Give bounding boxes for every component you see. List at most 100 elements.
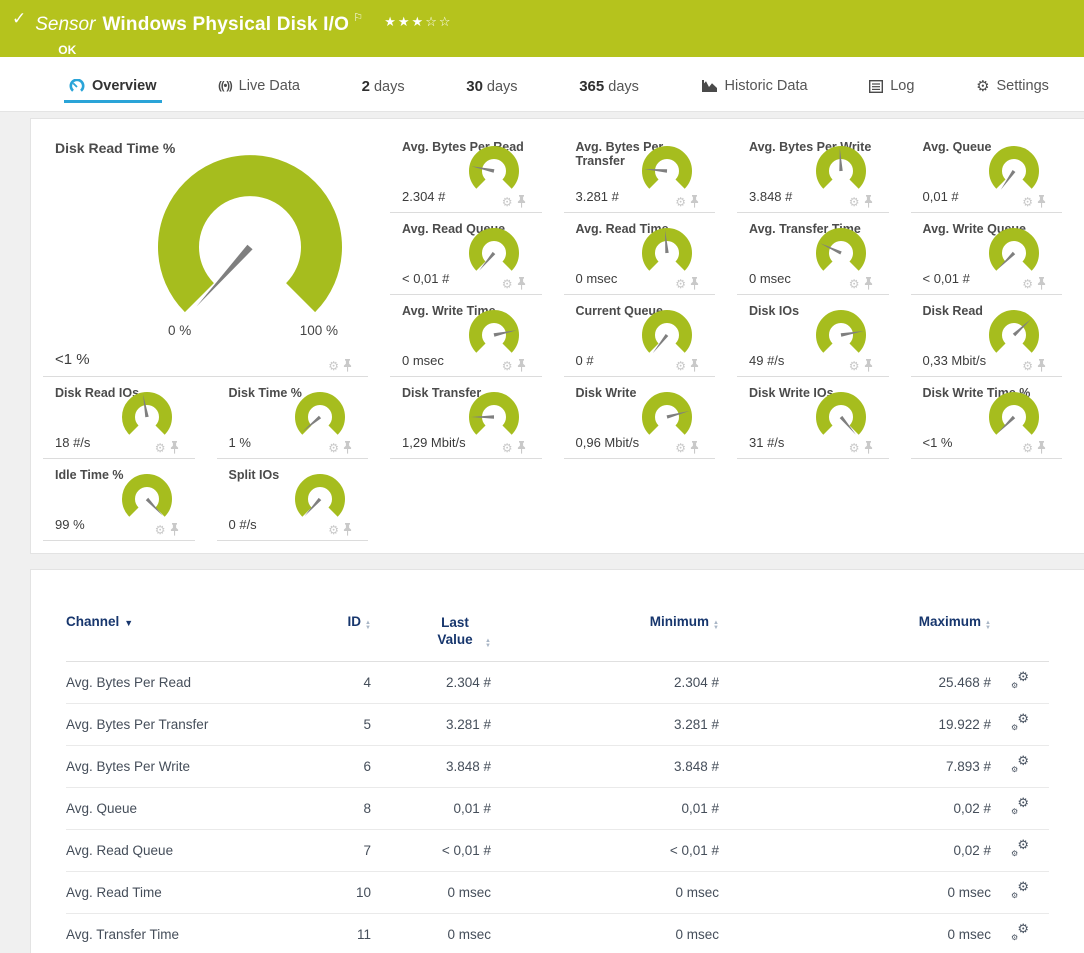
gauge-cell: Disk Transfer 1,29 Mbit/s ⚙ <box>390 377 542 459</box>
tab-30-days[interactable]: 30days <box>461 71 522 104</box>
gauge-dial[interactable] <box>813 308 869 360</box>
channel-name: Avg. Read Queue <box>66 830 311 872</box>
channel-settings-icon[interactable]: ⚙⚙ <box>1011 799 1029 815</box>
tab-bar: Overview ((•)) Live Data 2days 30days 36… <box>0 57 1084 112</box>
gear-icon[interactable]: ⚙ <box>675 278 686 290</box>
tab-settings[interactable]: ⚙ Settings <box>971 71 1054 103</box>
gauge-dial[interactable] <box>639 390 695 442</box>
gear-icon[interactable]: ⚙ <box>849 360 860 372</box>
channel-settings-icon[interactable]: ⚙⚙ <box>1011 883 1029 899</box>
gauge-cell: Disk Read 0,33 Mbit/s ⚙ <box>911 295 1063 377</box>
channel-maximum: 7.893 # <box>719 746 991 788</box>
gear-icon[interactable]: ⚙ <box>502 442 513 454</box>
gear-icon[interactable]: ⚙ <box>502 278 513 290</box>
gauge-dial[interactable] <box>639 144 695 196</box>
tab-historic-data[interactable]: Historic Data <box>696 71 813 103</box>
gauge-dial[interactable] <box>813 226 869 278</box>
tab-label: Overview <box>92 78 157 94</box>
tab-365-days[interactable]: 365days <box>574 71 644 104</box>
pin-icon[interactable] <box>690 195 699 208</box>
column-header-last-value[interactable]: Last Value▲▼ <box>371 610 491 662</box>
gauge-dial[interactable] <box>639 226 695 278</box>
gear-icon[interactable]: ⚙ <box>849 196 860 208</box>
channel-settings-icon[interactable]: ⚙⚙ <box>1011 715 1029 731</box>
channel-settings-icon[interactable]: ⚙⚙ <box>1011 757 1029 773</box>
pin-icon[interactable] <box>517 441 526 454</box>
gauge-dial[interactable] <box>155 153 345 321</box>
column-header-id[interactable]: ID▲▼ <box>311 610 371 662</box>
gauge-dial[interactable] <box>292 472 348 524</box>
table-row: Avg. Transfer Time 11 0 msec 0 msec 0 ms… <box>66 914 1049 953</box>
tab-log[interactable]: Log <box>864 71 919 103</box>
pin-icon[interactable] <box>864 195 873 208</box>
pin-icon[interactable] <box>864 277 873 290</box>
column-header-channel[interactable]: Channel▼ <box>66 610 311 662</box>
gauge-dial[interactable] <box>986 226 1042 278</box>
sensor-header: ✓ SensorWindows Physical Disk I/O⚐ ★★★☆☆… <box>0 0 1084 57</box>
tab-2-days[interactable]: 2days <box>357 71 410 104</box>
pin-icon[interactable] <box>517 359 526 372</box>
pin-icon[interactable] <box>1037 277 1046 290</box>
pin-icon[interactable] <box>1037 359 1046 372</box>
channel-settings-icon[interactable]: ⚙⚙ <box>1011 925 1029 941</box>
gear-icon[interactable]: ⚙ <box>849 442 860 454</box>
gear-icon[interactable]: ⚙ <box>328 360 339 372</box>
pin-icon[interactable] <box>170 441 179 454</box>
gear-icon[interactable]: ⚙ <box>328 524 339 536</box>
gauge-dial[interactable] <box>986 308 1042 360</box>
gauge-dial[interactable] <box>466 308 522 360</box>
gear-icon[interactable]: ⚙ <box>675 442 686 454</box>
star-rating[interactable]: ★★★☆☆ <box>384 14 452 29</box>
gear-icon[interactable]: ⚙ <box>1022 278 1033 290</box>
gauge-dial[interactable] <box>639 308 695 360</box>
gear-icon[interactable]: ⚙ <box>1022 442 1033 454</box>
pin-icon[interactable] <box>343 441 352 454</box>
pin-icon[interactable] <box>1037 441 1046 454</box>
gear-icon[interactable]: ⚙ <box>328 442 339 454</box>
pin-icon[interactable] <box>170 523 179 536</box>
gauge-dial[interactable] <box>986 144 1042 196</box>
gauge-dial[interactable] <box>813 144 869 196</box>
pin-icon[interactable] <box>864 441 873 454</box>
gauge-dial[interactable] <box>986 390 1042 442</box>
gear-icon[interactable]: ⚙ <box>502 196 513 208</box>
gauge-dial[interactable] <box>466 390 522 442</box>
gear-icon[interactable]: ⚙ <box>675 360 686 372</box>
channel-settings-icon[interactable]: ⚙⚙ <box>1011 841 1029 857</box>
channel-settings-icon[interactable]: ⚙⚙ <box>1011 673 1029 689</box>
gear-icon[interactable]: ⚙ <box>1022 360 1033 372</box>
gear-icon[interactable]: ⚙ <box>155 442 166 454</box>
gear-icon[interactable]: ⚙ <box>675 196 686 208</box>
gear-icon[interactable]: ⚙ <box>155 524 166 536</box>
tab-overview[interactable]: Overview <box>64 71 162 103</box>
pin-icon[interactable] <box>343 523 352 536</box>
pin-icon[interactable] <box>690 359 699 372</box>
gauge-dial[interactable] <box>119 472 175 524</box>
pin-icon[interactable] <box>864 359 873 372</box>
gauge-value: < 0,01 # <box>923 271 970 286</box>
gear-icon[interactable]: ⚙ <box>502 360 513 372</box>
table-row: Avg. Read Time 10 0 msec 0 msec 0 msec ⚙… <box>66 872 1049 914</box>
pin-icon[interactable] <box>343 359 352 372</box>
gear-icon[interactable]: ⚙ <box>849 278 860 290</box>
tab-live-data[interactable]: ((•)) Live Data <box>213 71 305 103</box>
gauge-dial[interactable] <box>466 144 522 196</box>
gauge-dial[interactable] <box>466 226 522 278</box>
flag-icon[interactable]: ⚐ <box>353 12 363 24</box>
gauge-dial[interactable] <box>813 390 869 442</box>
channel-minimum: < 0,01 # <box>491 830 719 872</box>
pin-icon[interactable] <box>1037 195 1046 208</box>
pin-icon[interactable] <box>690 441 699 454</box>
gauge-dial[interactable] <box>119 390 175 442</box>
channel-maximum: 0,02 # <box>719 788 991 830</box>
gauge-value: 49 #/s <box>749 353 784 368</box>
column-header-maximum[interactable]: Maximum▲▼ <box>719 610 991 662</box>
table-row: Avg. Read Queue 7 < 0,01 # < 0,01 # 0,02… <box>66 830 1049 872</box>
column-header-minimum[interactable]: Minimum▲▼ <box>491 610 719 662</box>
pin-icon[interactable] <box>690 277 699 290</box>
gear-icon[interactable]: ⚙ <box>1022 196 1033 208</box>
channel-maximum: 0,02 # <box>719 830 991 872</box>
gauge-dial[interactable] <box>292 390 348 442</box>
pin-icon[interactable] <box>517 195 526 208</box>
pin-icon[interactable] <box>517 277 526 290</box>
